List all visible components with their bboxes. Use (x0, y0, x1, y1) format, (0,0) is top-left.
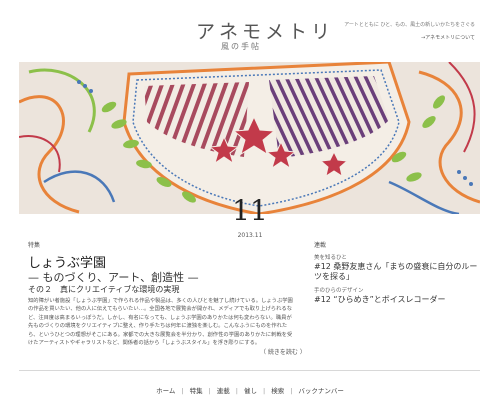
footer-separator: | (290, 387, 293, 395)
series-item[interactable]: 手のひらのデザイン #12 “ひらめき”とボイスレコーダー (314, 287, 484, 305)
footer-link-feature[interactable]: 特集 (190, 387, 203, 395)
series-title[interactable]: #12 “ひらめき”とボイスレコーダー (314, 295, 484, 305)
series-name: 手のひらのデザイン (314, 288, 364, 294)
feature-subtitle: — ものづくり、アート、創造性 — (28, 271, 199, 284)
hero-image[interactable] (19, 62, 480, 214)
footer-link-home[interactable]: ホーム (156, 387, 175, 395)
series-name: 美を知るひと (314, 255, 347, 261)
issue-month-number: 11 (232, 194, 268, 227)
site-logo-subtitle: 風の手帖 (221, 42, 261, 51)
issue-date: 2013.11 (237, 232, 263, 239)
series-item[interactable]: 美を知るひと #12 桑野友恵さん「まちの盛衰に自分のルーツを探る」 (314, 254, 484, 282)
embroidery-illustration (19, 62, 480, 214)
read-more-link[interactable]: （ 続きを読む ） (260, 347, 306, 356)
footer-separator: | (181, 387, 184, 395)
feature-category-label: 特集 (28, 242, 41, 249)
footer-link-backnumber[interactable]: バックナンバー (298, 387, 344, 395)
about-link[interactable]: →アネモメトリについて (330, 34, 475, 41)
series-title[interactable]: #12 桑野友恵さん「まちの盛衰に自分のルーツを探る」 (314, 262, 484, 282)
footer-nav: ホーム | 特集 | 連載 | 催し | 検索 | バックナンバー (0, 385, 500, 395)
series-heading: 連載 (314, 242, 327, 249)
site-tagline: アートとともに ひと、もの、風土の新しいかたちをさぐる (344, 22, 475, 28)
footer-separator: | (208, 387, 211, 395)
footer-separator: | (263, 387, 266, 395)
footer-separator: | (235, 387, 238, 395)
feature-part-heading: その２ 真にクリエイティブな環境の実現 (28, 285, 180, 294)
footer-link-search[interactable]: 検索 (271, 387, 284, 395)
footer-link-series[interactable]: 連載 (217, 387, 230, 395)
feature-body-text: 知的障がい者施設「しょうぶ学園」で作られる作品や製品は、多くの人びとを魅了し続け… (28, 298, 293, 347)
site-logo-title[interactable]: アネモメトリ (196, 17, 334, 44)
site-header: アネモメトリ 風の手帖 アートとともに ひと、もの、風土の新しいかたちをさぐる … (0, 0, 500, 62)
footer-link-events[interactable]: 催し (244, 387, 257, 395)
footer-divider (19, 370, 480, 371)
